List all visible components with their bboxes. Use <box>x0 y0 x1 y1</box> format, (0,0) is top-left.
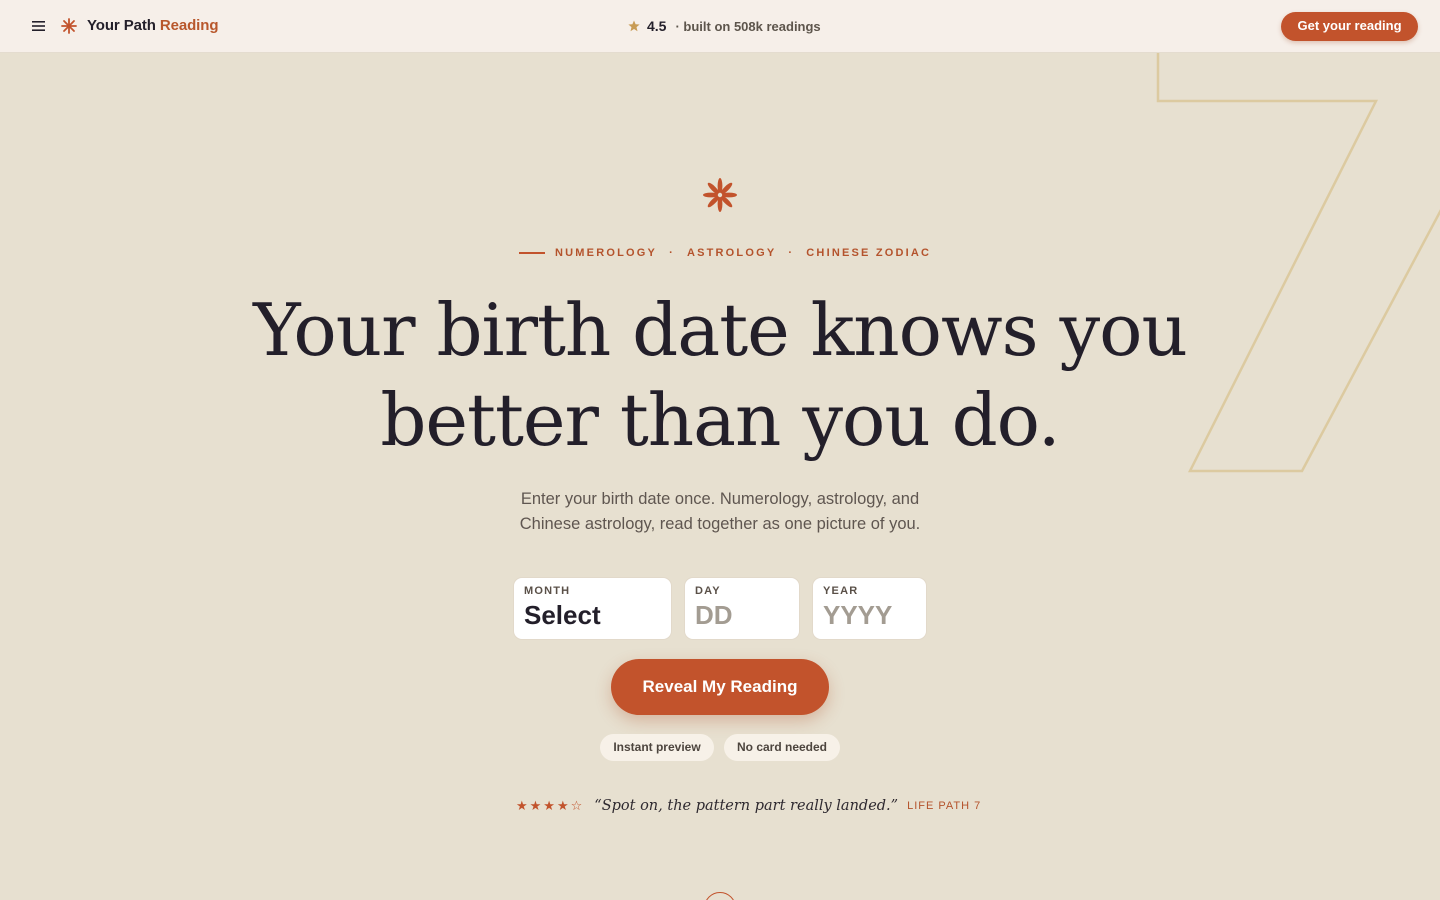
day-label: DAY <box>695 585 721 597</box>
scroll-down-indicator[interactable] <box>704 892 736 900</box>
eyebrow-separator: · <box>669 247 675 259</box>
asterisk-star-icon <box>703 178 737 212</box>
subtext-line-1: Enter your birth date once. Numerology, … <box>520 490 920 508</box>
eyebrow-item-astrology: ASTROLOGY <box>686 247 777 259</box>
rating-score: 4.5 <box>647 18 667 34</box>
headline-line-1: Your birth date knows you <box>253 288 1188 372</box>
eyebrow-rule <box>519 252 545 254</box>
brand-name-main: Your Path <box>87 17 156 34</box>
brand-name[interactable]: Your Path Reading <box>87 17 218 34</box>
rating-summary: 4.5 · built on 508k readings <box>628 18 821 34</box>
year-label: YEAR <box>823 585 859 597</box>
rating-text: · built on 508k readings <box>675 18 821 34</box>
subtext-line-2: Chinese astrology, read together as one … <box>519 515 921 533</box>
eyebrow-item-numerology: NUMEROLOGY <box>555 247 658 259</box>
star-icon <box>628 20 640 32</box>
review-tag: LIFE PATH 7 <box>907 800 982 812</box>
headline-line-2: better than you do. <box>380 378 1060 462</box>
day-input[interactable]: DAY DD <box>684 577 800 640</box>
review-star-rating: ★★★★☆ <box>516 798 585 813</box>
brand-name-accent: Reading <box>159 17 219 34</box>
reveal-my-reading-button[interactable]: Reveal My Reading <box>611 659 829 715</box>
day-placeholder: DD <box>695 600 733 630</box>
year-input[interactable]: YEAR YYYY <box>812 577 927 640</box>
hamburger-menu-icon[interactable] <box>31 19 47 33</box>
year-placeholder: YYYY <box>823 600 893 630</box>
top-navigation-bar: Your Path Reading 4.5 · built on 508k re… <box>0 0 1440 53</box>
asterisk-star-icon <box>61 18 77 34</box>
hero-headline: Your birth date knows you better than yo… <box>220 285 1220 465</box>
month-label: MONTH <box>524 585 571 597</box>
eyebrow-separator: · <box>788 247 795 259</box>
eyebrow-item-chinese-zodiac: CHINESE ZODIAC <box>806 247 932 259</box>
month-select[interactable]: MONTH Select <box>513 577 672 640</box>
hero-eyebrow: NUMEROLOGY · ASTROLOGY · CHINESE ZODIAC <box>519 246 939 260</box>
instant-preview-badge: Instant preview <box>600 734 714 761</box>
review-quote: “Spot on, the pattern part really landed… <box>594 798 899 814</box>
no-card-needed-badge: No card needed <box>724 734 840 761</box>
review-snippet: ★★★★☆ “Spot on, the pattern part really … <box>516 796 981 816</box>
get-your-reading-button[interactable]: Get your reading <box>1281 12 1418 41</box>
hero-subtext: Enter your birth date once. Numerology, … <box>470 487 970 537</box>
month-value: Select <box>524 600 601 630</box>
